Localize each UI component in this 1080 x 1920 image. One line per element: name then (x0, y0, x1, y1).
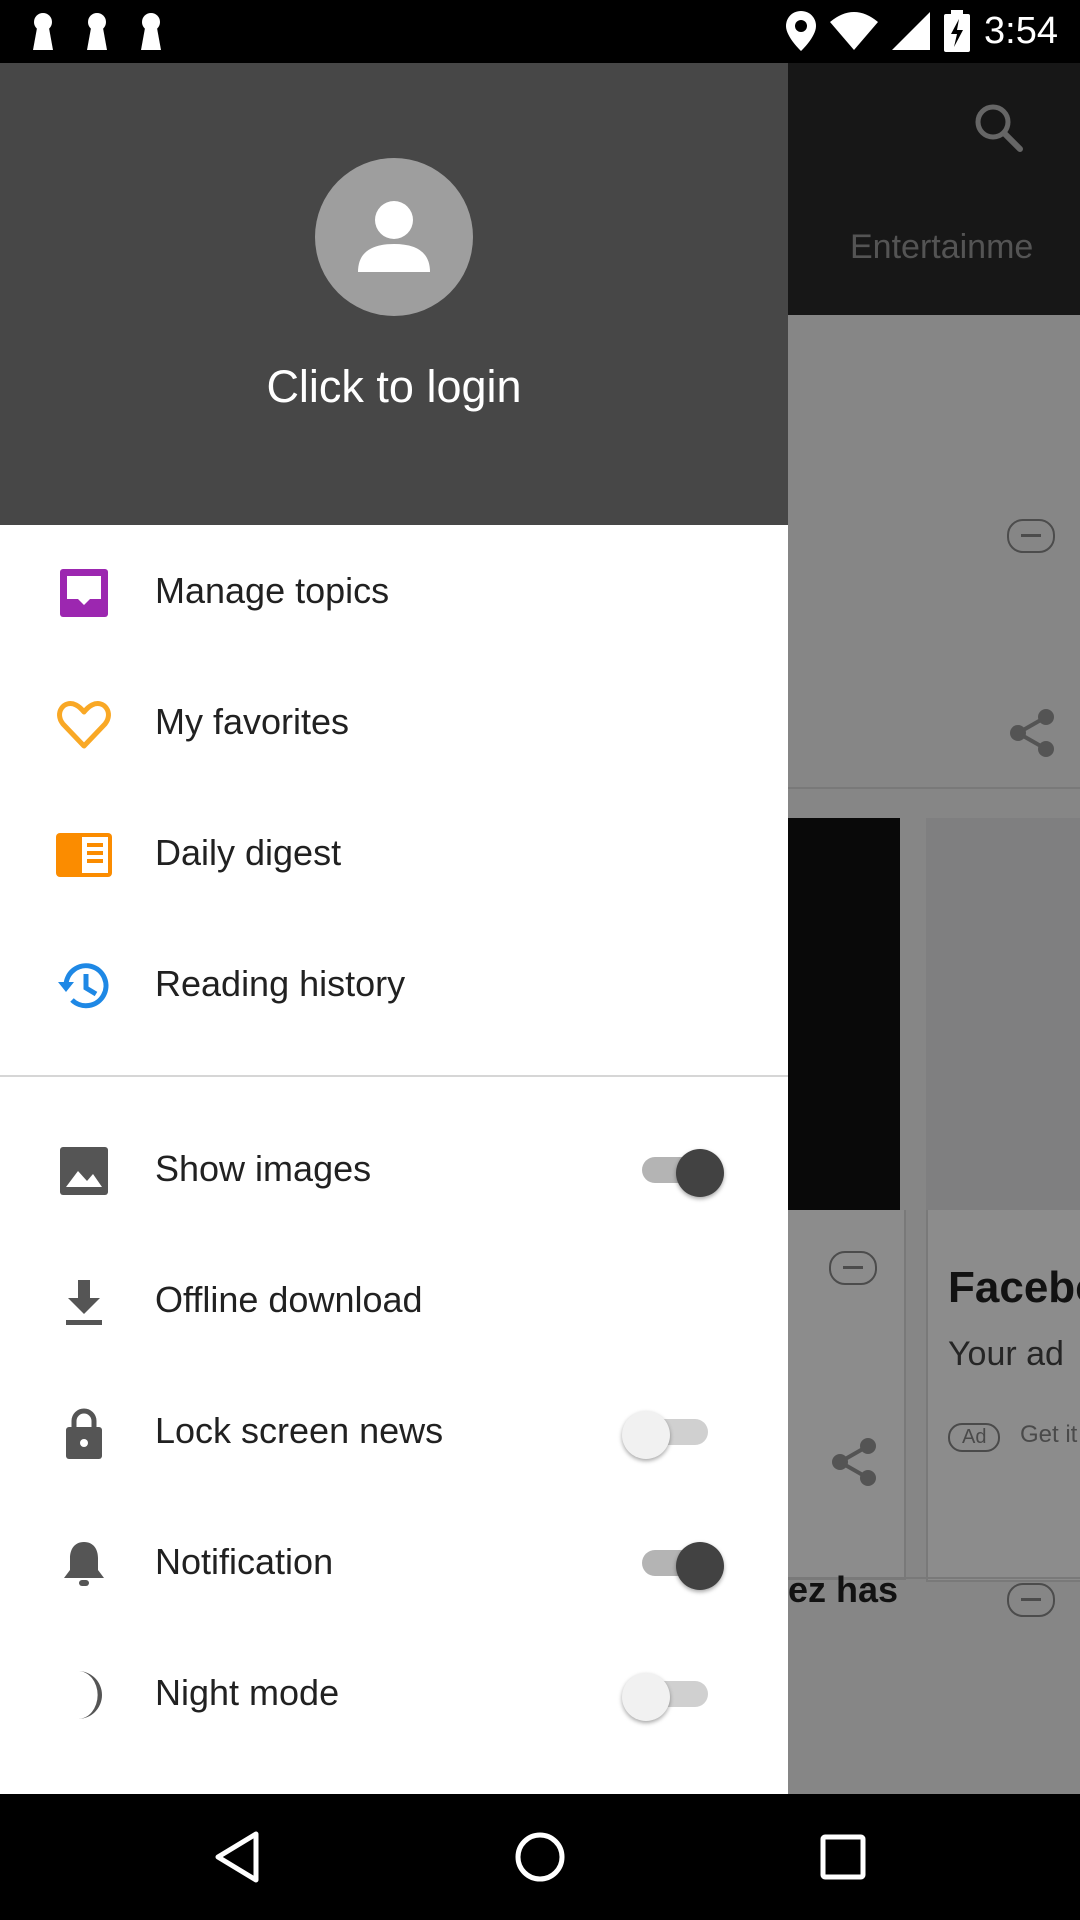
heart-icon (57, 701, 111, 749)
manage-topics-icon (60, 569, 108, 617)
show-images-toggle[interactable] (640, 1149, 730, 1197)
location-icon (786, 11, 817, 51)
menu-item-my-favorites[interactable]: My favorites (0, 656, 788, 787)
battery-charging-icon (944, 10, 971, 52)
menu-label: My favorites (155, 701, 350, 742)
history-icon (58, 963, 109, 1009)
home-button[interactable] (507, 1824, 573, 1890)
recents-icon (820, 1834, 866, 1880)
navigation-bar (0, 1794, 1080, 1920)
back-icon (215, 1831, 259, 1883)
keyhole-icon (141, 13, 161, 50)
person-icon (358, 201, 430, 272)
bell-icon (64, 1542, 104, 1586)
section-divider (0, 1075, 788, 1077)
setting-label: Show images (155, 1148, 372, 1189)
status-bar: 3:54 (0, 0, 1080, 63)
home-icon (515, 1832, 565, 1882)
drawer-header[interactable]: Click to login (0, 63, 788, 525)
setting-night-mode[interactable]: Night mode (0, 1627, 788, 1758)
image-icon (60, 1147, 108, 1195)
lock-screen-news-toggle[interactable] (622, 1411, 730, 1459)
setting-show-images[interactable]: Show images (0, 1103, 788, 1234)
menu-item-manage-topics[interactable]: Manage topics (0, 525, 788, 656)
menu-label: Reading history (155, 963, 406, 1004)
menu-item-daily-digest[interactable]: Daily digest (0, 787, 788, 918)
navigation-drawer: Click to login Manage topics My favorite… (0, 63, 788, 1794)
recents-button[interactable] (810, 1824, 876, 1890)
setting-lock-screen-news[interactable]: Lock screen news (0, 1365, 788, 1496)
setting-label: Night mode (155, 1672, 340, 1713)
setting-notification[interactable]: Notification (0, 1496, 788, 1627)
status-time: 3:54 (984, 9, 1058, 52)
signal-icon (892, 12, 931, 50)
keyhole-icon (33, 13, 53, 50)
moon-icon (78, 1671, 102, 1719)
keyhole-icon (87, 13, 107, 50)
lock-icon (66, 1408, 102, 1459)
back-button[interactable] (204, 1824, 270, 1890)
menu-item-reading-history[interactable]: Reading history (0, 918, 788, 1049)
menu-label: Manage topics (155, 570, 390, 611)
download-icon (66, 1280, 102, 1325)
avatar[interactable] (315, 158, 473, 316)
wifi-icon (830, 12, 879, 50)
night-mode-toggle[interactable] (622, 1673, 730, 1721)
digest-icon (56, 833, 112, 877)
setting-label: Lock screen news (155, 1410, 444, 1451)
setting-offline-download[interactable]: Offline download (0, 1234, 788, 1365)
menu-label: Daily digest (155, 832, 342, 873)
setting-label: Offline download (155, 1279, 423, 1320)
setting-label: Notification (155, 1541, 334, 1582)
notification-toggle[interactable] (640, 1542, 730, 1590)
login-prompt[interactable]: Click to login (0, 361, 788, 413)
